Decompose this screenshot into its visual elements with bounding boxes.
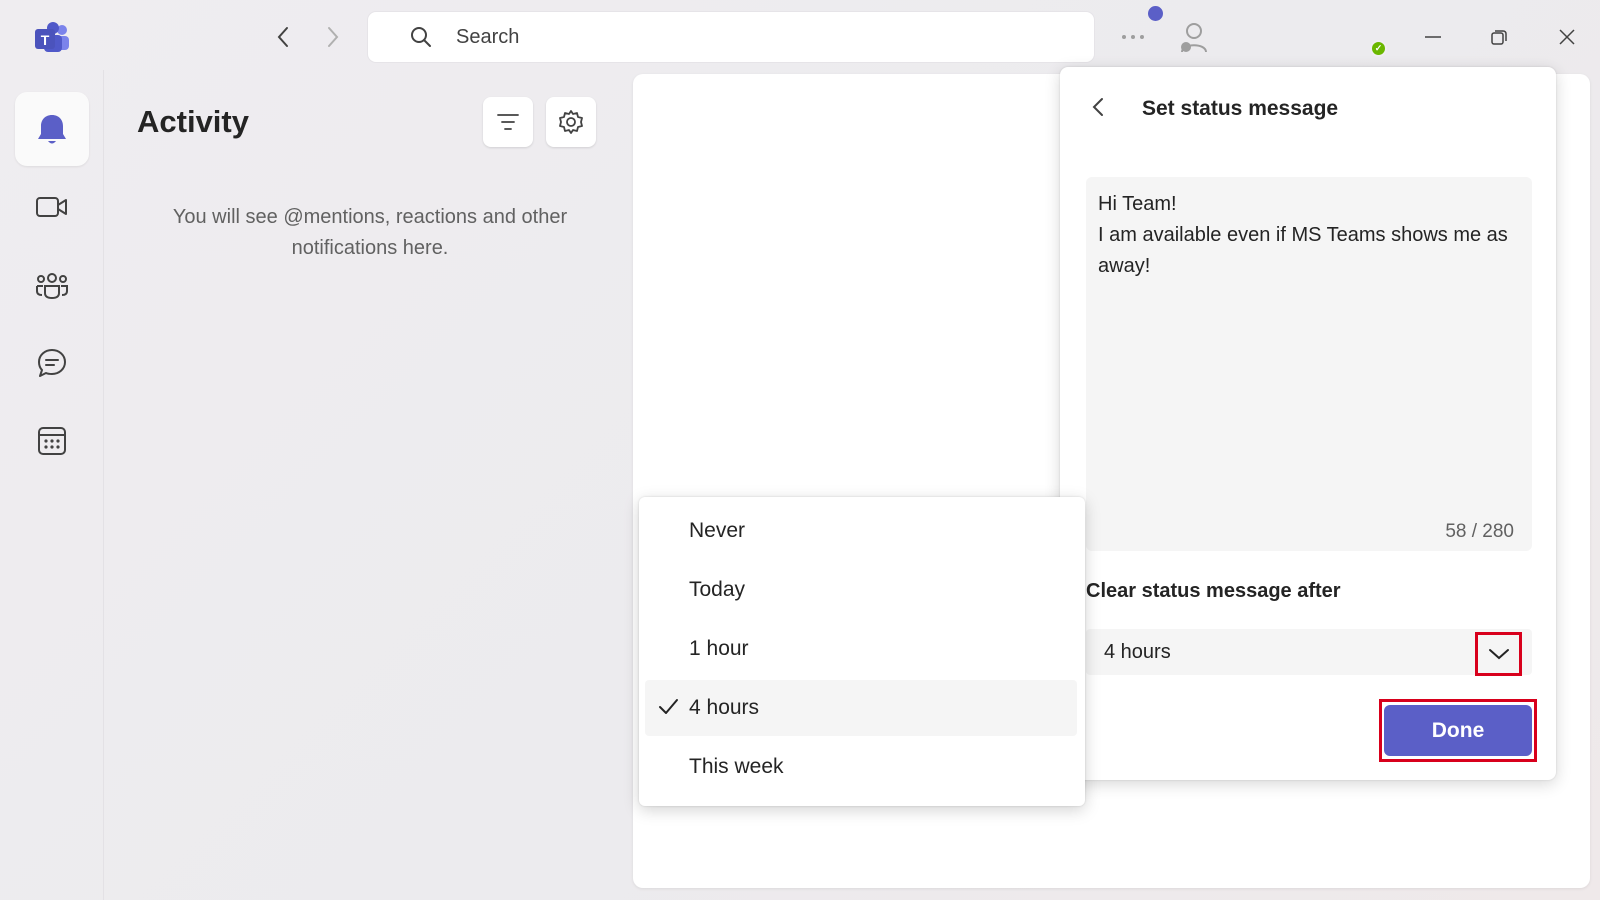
option-label: This week bbox=[689, 755, 784, 778]
search-icon bbox=[411, 27, 431, 47]
minimize-icon bbox=[1425, 36, 1441, 38]
filter-icon bbox=[497, 114, 519, 130]
page-title: Activity bbox=[137, 104, 249, 139]
rail-item-activity[interactable] bbox=[15, 92, 89, 166]
rail-item-teams[interactable] bbox=[15, 248, 89, 322]
rail-item-calendar[interactable] bbox=[15, 404, 89, 478]
chevron-right-icon bbox=[328, 27, 339, 47]
search-bar[interactable] bbox=[368, 12, 1094, 62]
option-never[interactable]: Never bbox=[645, 503, 1077, 559]
clear-after-dropdown: Never Today 1 hour 4 hours This week bbox=[639, 497, 1085, 806]
close-icon bbox=[1559, 29, 1575, 45]
done-button[interactable]: Done bbox=[1384, 705, 1532, 756]
bell-icon bbox=[38, 115, 66, 144]
back-button[interactable] bbox=[268, 22, 298, 52]
people-icon bbox=[36, 273, 68, 300]
option-label: 1 hour bbox=[689, 637, 749, 660]
status-message-input[interactable]: Hi Team! I am available even if MS Teams… bbox=[1086, 177, 1532, 551]
gear-icon bbox=[559, 110, 583, 134]
calendar-icon bbox=[38, 427, 66, 455]
teams-logo-icon: T bbox=[34, 21, 70, 55]
empty-state-message: You will see @mentions, reactions and ot… bbox=[172, 206, 568, 259]
clear-after-select[interactable]: 4 hours bbox=[1086, 629, 1532, 675]
app-rail bbox=[0, 70, 104, 900]
notification-dot bbox=[1148, 6, 1163, 21]
dropdown-toggle-button[interactable] bbox=[1475, 632, 1522, 676]
video-icon bbox=[36, 197, 67, 217]
restore-button[interactable] bbox=[1484, 22, 1514, 52]
checkmark-icon bbox=[659, 699, 678, 714]
option-today[interactable]: Today bbox=[645, 562, 1077, 618]
more-icon bbox=[1122, 35, 1144, 39]
chat-icon bbox=[38, 349, 66, 377]
forward-button[interactable] bbox=[318, 22, 348, 52]
presence-indicator: ✓ bbox=[1370, 40, 1387, 57]
option-label: Never bbox=[689, 519, 746, 542]
profile-button[interactable] bbox=[1178, 22, 1208, 54]
settings-button[interactable] bbox=[546, 97, 596, 147]
clear-after-label: Clear status message after bbox=[1086, 580, 1341, 602]
status-back-button[interactable] bbox=[1086, 95, 1110, 119]
minimize-button[interactable] bbox=[1418, 22, 1448, 52]
chevron-left-icon bbox=[277, 27, 288, 47]
option-this-week[interactable]: This week bbox=[645, 739, 1077, 795]
character-count: 58 / 280 bbox=[1445, 521, 1514, 542]
svg-text:T: T bbox=[41, 32, 50, 48]
option-1-hour[interactable]: 1 hour bbox=[645, 621, 1077, 677]
option-label: 4 hours bbox=[689, 696, 760, 719]
restore-icon bbox=[1491, 30, 1507, 45]
close-button[interactable] bbox=[1552, 22, 1582, 52]
option-label: Today bbox=[689, 578, 746, 601]
status-panel-title: Set status message bbox=[1142, 97, 1339, 120]
person-icon bbox=[1181, 23, 1207, 53]
rail-item-chat[interactable] bbox=[15, 326, 89, 400]
rail-item-meet[interactable] bbox=[15, 170, 89, 244]
chevron-down-icon bbox=[1488, 649, 1509, 660]
search-input[interactable] bbox=[456, 25, 1056, 49]
clear-after-value: 4 hours bbox=[1104, 640, 1171, 663]
chevron-left-icon bbox=[1092, 98, 1103, 116]
more-options-button[interactable] bbox=[1118, 22, 1148, 52]
filter-button[interactable] bbox=[483, 97, 533, 147]
option-4-hours[interactable]: 4 hours bbox=[645, 680, 1077, 736]
